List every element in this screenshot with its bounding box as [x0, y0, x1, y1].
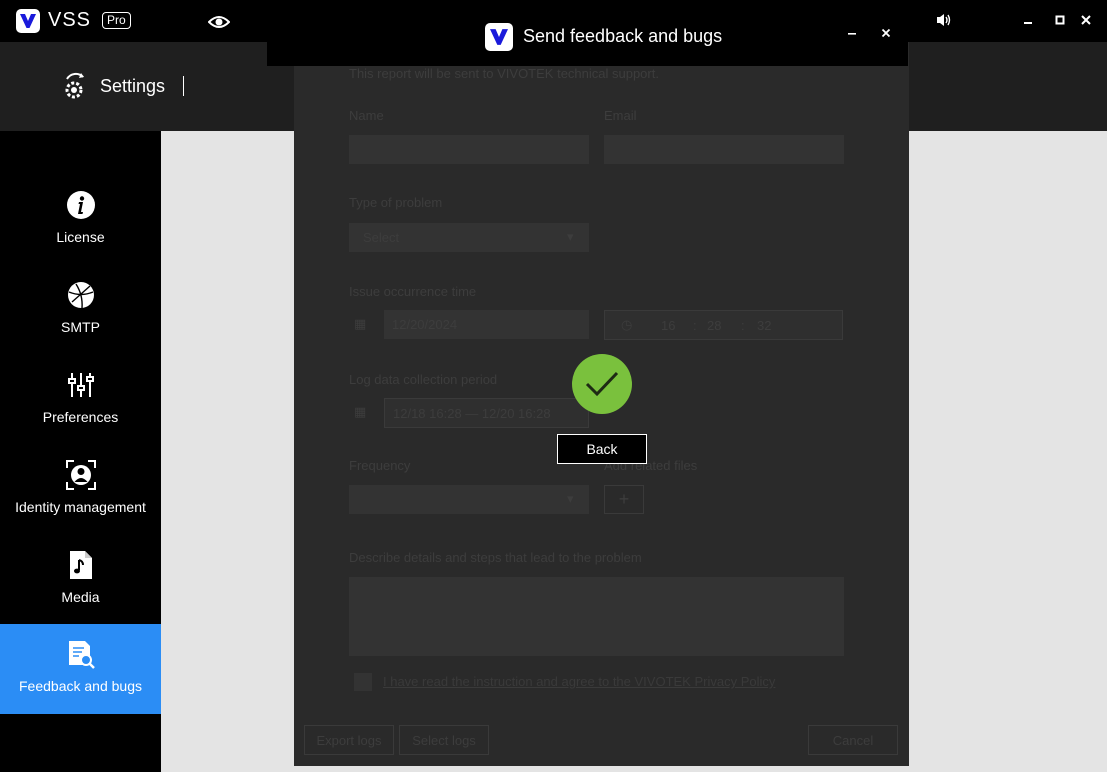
log-period-value: 12/18 16:28 — 12/20 16:28 [393, 406, 551, 421]
header-divider [183, 76, 184, 96]
chevron-down-icon: ▾ [567, 229, 574, 244]
calendar-icon[interactable]: ▦ [354, 404, 366, 420]
document-search-icon [65, 638, 97, 670]
sidebar-item-preferences[interactable]: Preferences [0, 355, 161, 445]
page-title: Settings [100, 76, 166, 96]
app-name: VSS [48, 9, 92, 31]
privacy-policy-link[interactable]: I have read the instruction and agree to… [383, 674, 775, 689]
second-value: 32 [757, 318, 772, 333]
hour-value: 16 [661, 318, 676, 333]
sidebar-item-label: Feedback and bugs [19, 678, 142, 694]
name-label: Name [349, 108, 384, 123]
sidebar-item-label: Identity management [15, 499, 146, 515]
eye-icon[interactable] [207, 14, 231, 30]
info-icon [65, 189, 97, 221]
select-logs-button[interactable]: Select logs [399, 725, 489, 755]
type-select[interactable]: Select ▾ [349, 223, 589, 252]
globe-icon [65, 279, 97, 311]
email-label: Email [604, 108, 637, 123]
frequency-select[interactable]: ▾ [349, 485, 589, 514]
frequency-label: Frequency [349, 458, 411, 473]
sidebar-item-label: Media [61, 589, 100, 605]
back-button[interactable]: Back [557, 434, 647, 464]
type-select-value: Select [363, 230, 400, 245]
success-check-icon [572, 354, 632, 414]
dialog-minimize-icon[interactable] [844, 24, 860, 42]
sidebar-item-smtp[interactable]: SMTP [0, 265, 161, 355]
issue-date-value: 12/20/2024 [392, 317, 458, 332]
issue-time-label: Issue occurrence time [349, 284, 477, 299]
log-period-label: Log data collection period [349, 372, 498, 387]
issue-time-input[interactable]: ◷ 16 : 28 : 32 [604, 310, 843, 340]
add-file-button[interactable]: + [604, 485, 644, 514]
time-separator: : [693, 318, 697, 333]
export-logs-button[interactable]: Export logs [304, 725, 394, 755]
minute-value: 28 [707, 318, 722, 333]
calendar-icon[interactable]: ▦ [354, 316, 366, 332]
clock-icon: ◷ [621, 317, 633, 332]
sliders-icon [65, 369, 97, 401]
cancel-button[interactable]: Cancel [808, 725, 898, 755]
sidebar-item-label: SMTP [61, 319, 100, 335]
time-separator: : [741, 318, 745, 333]
volume-icon[interactable] [936, 12, 952, 28]
sidebar-item-label: Preferences [42, 409, 119, 425]
dialog-title: Send feedback and bugs [523, 26, 723, 46]
description-textarea[interactable] [349, 577, 844, 656]
type-label: Type of problem [349, 195, 443, 210]
description-label: Describe details and steps that lead to … [349, 550, 642, 565]
settings-gear-icon [61, 71, 89, 101]
maximize-icon[interactable] [1052, 12, 1068, 28]
chevron-down-icon: ▾ [567, 491, 574, 506]
edition-badge: Pro [102, 12, 131, 29]
sidebar-item-license[interactable]: License [0, 175, 161, 265]
log-period-input[interactable]: 12/18 16:28 — 12/20 16:28 [384, 398, 589, 428]
sidebar-item-label: License [56, 229, 105, 245]
music-file-icon [65, 549, 97, 581]
name-input[interactable] [349, 135, 589, 164]
form-intro: This report will be sent to VIVOTEK tech… [349, 66, 659, 81]
feedback-form: This report will be sent to VIVOTEK tech… [294, 66, 909, 766]
user-scan-icon [65, 459, 97, 491]
issue-date-input[interactable]: 12/20/2024 [384, 310, 589, 339]
sidebar-item-feedback-and-bugs[interactable]: Feedback and bugs [0, 624, 161, 714]
vss-logo-icon [16, 9, 40, 33]
settings-sidebar: License SMTP Preferences Identity manage… [0, 131, 161, 772]
sidebar-item-media[interactable]: Media [0, 535, 161, 625]
email-input[interactable] [604, 135, 844, 164]
privacy-checkbox[interactable] [354, 673, 372, 691]
vss-logo-icon [485, 23, 513, 51]
minimize-icon[interactable] [1020, 12, 1036, 28]
close-icon[interactable] [1078, 12, 1094, 28]
sidebar-item-identity-management[interactable]: Identity management [0, 445, 161, 535]
dialog-close-icon[interactable] [878, 24, 894, 42]
